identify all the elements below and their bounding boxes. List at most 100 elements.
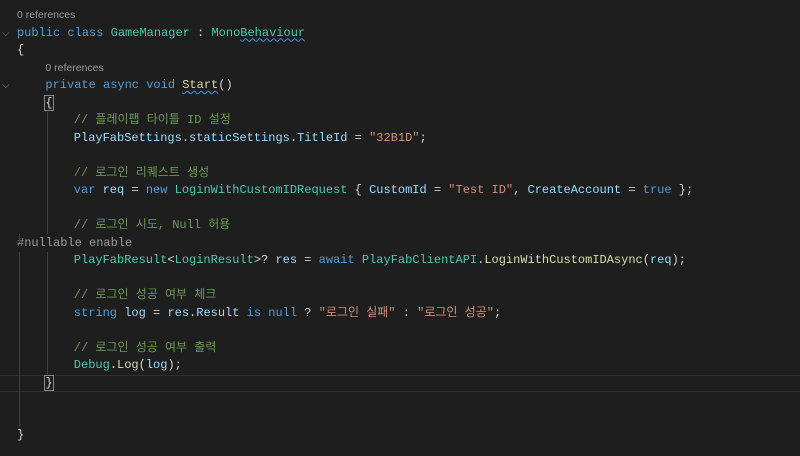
code-token: Result bbox=[196, 305, 240, 320]
indent-guide bbox=[19, 234, 20, 242]
code-token: PlayFabResult bbox=[73, 253, 168, 267]
code-token: = bbox=[347, 130, 370, 145]
code-token: < bbox=[167, 253, 175, 267]
code-line: // 로그인 시도, Null 허용 bbox=[0, 217, 800, 235]
code-token: Start bbox=[182, 78, 219, 92]
code-token: // 플레이팹 타이틀 ID 설정 bbox=[73, 113, 231, 127]
code-token: . bbox=[289, 130, 298, 145]
code-token: "로그인 성공" bbox=[417, 305, 494, 320]
code-token: }; bbox=[671, 183, 694, 197]
code-token: = bbox=[145, 305, 168, 320]
code-token: LoginResult bbox=[174, 253, 254, 267]
code-token: ( bbox=[138, 358, 146, 372]
code-token: null bbox=[268, 305, 298, 320]
code-token: Log bbox=[117, 358, 139, 372]
indent-guide bbox=[19, 252, 20, 427]
code-line: { bbox=[0, 42, 800, 60]
code-token: Debug bbox=[73, 358, 110, 372]
code-line: #nullable enable bbox=[0, 235, 800, 253]
code-token: . bbox=[181, 130, 190, 145]
code-token: GameManager bbox=[110, 25, 190, 40]
code-token: ; bbox=[493, 305, 502, 320]
code-token: { bbox=[44, 94, 54, 111]
code-token: "Test ID" bbox=[448, 183, 514, 197]
code-editor[interactable]: 0 references ⌵ public class GameManager : … bbox=[0, 7, 800, 445]
code-token: ( bbox=[642, 253, 650, 267]
code-token: public bbox=[17, 25, 68, 40]
code-line: PlayFabSettings.staticSettings.TitleId =… bbox=[0, 130, 800, 148]
code-line: // 로그인 성공 여부 체크 bbox=[0, 287, 800, 305]
fold-chevron-icon[interactable]: ⌵ bbox=[2, 77, 10, 95]
code-line: ⌵ public class GameManager : MonoBehaviou… bbox=[0, 25, 800, 43]
code-token: string bbox=[73, 305, 125, 320]
code-token: LoginWithCustomIDRequest bbox=[174, 183, 348, 197]
code-token: res bbox=[167, 305, 190, 320]
code-line: PlayFabResult<LoginResult>? res = await … bbox=[0, 252, 800, 270]
code-token: PlayFabSettings bbox=[73, 130, 182, 145]
code-token: true bbox=[642, 183, 672, 197]
code-token: void bbox=[146, 78, 183, 92]
code-token: var bbox=[73, 183, 103, 197]
code-token: // 로그인 성공 여부 출력 bbox=[73, 340, 217, 355]
code-token: PlayFabClientAPI bbox=[361, 253, 478, 267]
code-token: // 로그인 리퀘스트 생성 bbox=[73, 165, 210, 180]
code-token: new bbox=[145, 183, 175, 197]
code-line: // 로그인 성공 여부 출력 bbox=[0, 340, 800, 358]
code-line: var req = new LoginWithCustomIDRequest {… bbox=[0, 182, 800, 200]
code-token: ; bbox=[419, 130, 427, 145]
code-token: #nullable enable bbox=[17, 235, 133, 250]
code-line: ⌵ private async void Start() bbox=[0, 77, 800, 95]
code-line: // 플레이팹 타이틀 ID 설정 bbox=[0, 112, 800, 130]
code-token: } bbox=[44, 374, 54, 391]
code-token: is bbox=[239, 305, 269, 320]
indent-guide bbox=[47, 112, 48, 234]
code-token: "로그인 실패" bbox=[318, 305, 396, 320]
code-token: : bbox=[189, 25, 212, 40]
code-token: Mono bbox=[211, 25, 241, 40]
code-token: await bbox=[318, 253, 362, 267]
code-line: } bbox=[0, 427, 800, 445]
code-token: . bbox=[109, 358, 118, 372]
code-token: // 로그인 시도, Null 허용 bbox=[73, 218, 231, 232]
codelens-references[interactable]: 0 references bbox=[0, 60, 800, 78]
code-token: () bbox=[218, 78, 233, 92]
code-token: } bbox=[17, 428, 25, 442]
fold-chevron-icon[interactable]: ⌵ bbox=[2, 25, 10, 43]
code-token: = bbox=[124, 183, 146, 197]
code-token: ); bbox=[671, 253, 686, 267]
code-line: // 로그인 리퀘스트 생성 bbox=[0, 165, 800, 183]
code-token: CustomId bbox=[369, 183, 427, 197]
codelens-references[interactable]: 0 references bbox=[0, 7, 800, 25]
code-token: res bbox=[275, 253, 298, 267]
code-token: private bbox=[45, 78, 103, 92]
code-token: staticSettings bbox=[189, 130, 290, 145]
code-token: CreateAccount bbox=[527, 183, 622, 197]
code-token: = bbox=[426, 183, 449, 197]
code-token: , bbox=[513, 183, 528, 197]
code-token: log bbox=[124, 305, 146, 320]
code-token: log bbox=[145, 358, 168, 372]
references-label[interactable]: 0 references bbox=[17, 9, 75, 21]
code-token: ? bbox=[297, 305, 319, 320]
code-token: class bbox=[67, 25, 111, 40]
code-token: req bbox=[102, 183, 125, 197]
code-token: = bbox=[621, 183, 643, 197]
code-token: : bbox=[395, 305, 418, 320]
code-token: TitleId bbox=[297, 130, 348, 145]
code-token: = bbox=[297, 253, 319, 267]
code-token: async bbox=[103, 78, 147, 92]
code-line: Debug.Log(log); bbox=[0, 357, 800, 375]
references-label[interactable]: 0 references bbox=[45, 62, 103, 74]
code-token: LoginWithCustomIDAsync bbox=[484, 253, 643, 267]
code-token: // 로그인 성공 여부 체크 bbox=[73, 288, 217, 302]
code-line: { bbox=[0, 94, 800, 113]
indent-guide bbox=[47, 252, 48, 374]
code-token: req bbox=[649, 253, 672, 267]
code-line: string log = res.Result is null ? "로그인 실… bbox=[0, 305, 800, 323]
code-token: ); bbox=[167, 358, 182, 372]
